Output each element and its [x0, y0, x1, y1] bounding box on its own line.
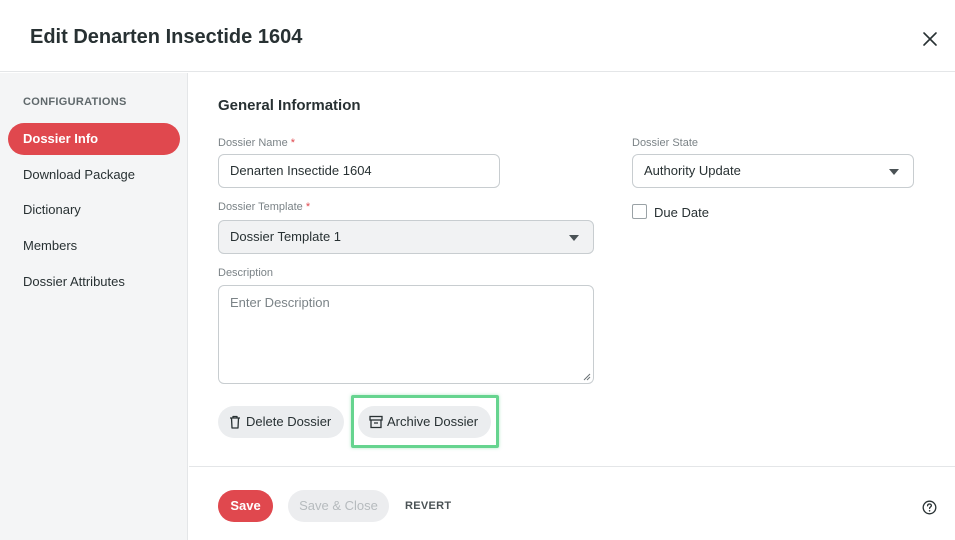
save-and-close-button[interactable]: Save & Close: [288, 490, 389, 522]
sidebar-item-dossier-info[interactable]: Dossier Info: [8, 123, 180, 155]
description-textarea[interactable]: Enter Description: [218, 285, 594, 384]
archive-dossier-label: Archive Dossier: [387, 414, 479, 429]
sidebar-item-members[interactable]: Members: [8, 230, 180, 262]
sidebar: CONFIGURATIONS Dossier Info Download Pac…: [0, 73, 188, 540]
dossier-template-select[interactable]: Dossier Template 1: [218, 220, 594, 254]
dossier-template-label-text: Dossier Template: [218, 201, 303, 213]
dossier-state-select[interactable]: Authority Update: [632, 154, 914, 188]
dossier-state-label: Dossier State: [632, 137, 699, 149]
sidebar-item-dictionary[interactable]: Dictionary: [8, 194, 180, 226]
due-date-checkbox[interactable]: [632, 204, 647, 219]
close-icon: [923, 32, 937, 46]
close-button[interactable]: [918, 27, 942, 51]
due-date-label: Due Date: [654, 205, 709, 220]
save-button[interactable]: Save: [218, 490, 273, 522]
dossier-template-value: Dossier Template 1: [230, 229, 342, 244]
required-mark: *: [290, 137, 296, 149]
description-label: Description: [218, 267, 274, 279]
dossier-name-label-text: Dossier Name: [218, 137, 288, 149]
help-icon[interactable]: [922, 500, 937, 515]
chevron-down-icon: [889, 169, 899, 175]
resize-handle-icon[interactable]: [583, 373, 591, 381]
edit-dossier-dialog: Edit Denarten Insectide 1604 CONFIGURATI…: [0, 0, 955, 540]
sidebar-item-download-package[interactable]: Download Package: [8, 159, 180, 191]
dialog-title: Edit Denarten Insectide 1604: [30, 26, 303, 48]
sidebar-item-dossier-attributes[interactable]: Dossier Attributes: [8, 266, 180, 298]
dossier-template-label: Dossier Template *: [218, 201, 310, 213]
dossier-name-input[interactable]: Denarten Insectide 1604: [218, 154, 500, 188]
revert-button[interactable]: REVERT: [405, 500, 451, 512]
main-content: General Information Dossier Name * Denar…: [189, 73, 955, 467]
sidebar-heading: CONFIGURATIONS: [23, 96, 127, 108]
dossier-name-label: Dossier Name *: [218, 137, 295, 149]
archive-icon: [369, 415, 383, 429]
delete-dossier-button[interactable]: Delete Dossier: [218, 406, 344, 438]
archive-dossier-button[interactable]: Archive Dossier: [358, 406, 491, 438]
delete-dossier-label: Delete Dossier: [246, 414, 332, 429]
required-mark: *: [305, 201, 311, 213]
dialog-header: Edit Denarten Insectide 1604: [0, 0, 955, 72]
dialog-footer: Save Save & Close REVERT: [189, 468, 955, 540]
dossier-state-value: Authority Update: [644, 163, 741, 178]
section-title: General Information: [218, 97, 361, 114]
trash-icon: [230, 415, 240, 429]
chevron-down-icon: [569, 235, 579, 241]
description-placeholder: Enter Description: [230, 295, 330, 310]
